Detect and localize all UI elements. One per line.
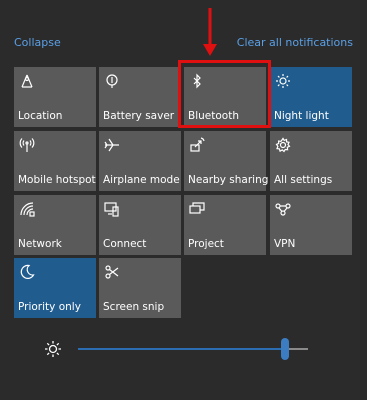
tile-label: Connect	[103, 238, 147, 250]
tile-screen-snip[interactable]: Screen snip	[99, 258, 181, 318]
tile-all-settings[interactable]: All settings	[270, 131, 352, 191]
clear-all-notifications-link[interactable]: Clear all notifications	[237, 36, 353, 49]
moon-icon	[19, 264, 35, 280]
battery-saver-icon	[104, 73, 120, 89]
mobile-hotspot-icon	[19, 137, 35, 153]
brightness-slider-row	[0, 334, 367, 362]
tile-battery-saver[interactable]: Battery saver	[99, 67, 181, 127]
bluetooth-icon	[189, 73, 205, 89]
tile-night-light[interactable]: Night light	[270, 67, 352, 127]
action-center-header: Collapse Clear all notifications	[0, 36, 367, 52]
tile-network[interactable]: Network	[14, 195, 96, 255]
tile-priority-only[interactable]: Priority only	[14, 258, 96, 318]
tile-location[interactable]: Location	[14, 67, 96, 127]
tile-label: Location	[18, 110, 63, 122]
network-icon	[19, 201, 35, 217]
location-icon	[19, 73, 35, 89]
brightness-slider[interactable]	[78, 338, 308, 360]
brightness-slider-thumb[interactable]	[281, 338, 289, 360]
collapse-link[interactable]: Collapse	[14, 36, 61, 49]
tile-label: Bluetooth	[188, 110, 239, 122]
tile-label: VPN	[274, 238, 296, 250]
project-icon	[189, 201, 205, 217]
screen-snip-icon	[104, 264, 120, 280]
tile-label: Network	[18, 238, 62, 250]
tile-mobile-hotspot[interactable]: Mobile hotspot	[14, 131, 96, 191]
tile-connect[interactable]: Connect	[99, 195, 181, 255]
gear-icon	[275, 137, 291, 153]
nearby-sharing-icon	[189, 137, 205, 153]
airplane-icon	[104, 137, 120, 153]
night-light-icon	[275, 73, 291, 89]
tile-label: Nearby sharing	[188, 174, 269, 186]
tile-label: Night light	[274, 110, 329, 122]
tile-label: Battery saver	[103, 110, 175, 122]
brightness-slider-fill	[78, 348, 285, 350]
tile-label: All settings	[274, 174, 333, 186]
connect-icon	[104, 201, 120, 217]
tile-nearby-sharing[interactable]: Nearby sharing	[184, 131, 269, 191]
tile-airplane-mode[interactable]: Airplane mode	[99, 131, 181, 191]
annotation-arrow	[203, 8, 217, 56]
tile-label: Priority only	[18, 301, 81, 313]
tile-label: Project	[188, 238, 224, 250]
brightness-icon	[45, 341, 61, 357]
vpn-icon	[275, 201, 291, 217]
tile-bluetooth[interactable]: Bluetooth	[184, 67, 266, 127]
tile-label: Screen snip	[103, 301, 165, 313]
tile-label: Mobile hotspot	[18, 174, 96, 186]
tile-project[interactable]: Project	[184, 195, 266, 255]
tile-vpn[interactable]: VPN	[270, 195, 352, 255]
tile-label: Airplane mode	[103, 174, 180, 186]
